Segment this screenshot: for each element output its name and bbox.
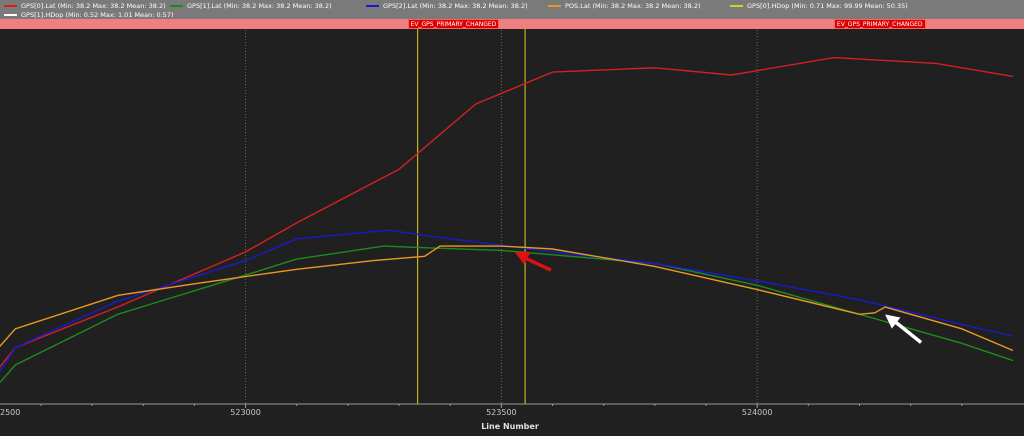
series-line xyxy=(0,245,1014,384)
x-axis: 2500 523000 523500 524000 xyxy=(0,403,1024,417)
x-axis-label: Line Number xyxy=(481,422,539,431)
chart-series xyxy=(0,56,1014,384)
x-tick-label: 524000 xyxy=(742,408,773,417)
line-chart: 2500 523000 523500 524000 Line Number xyxy=(0,29,1024,431)
chart-annotations xyxy=(514,252,923,344)
series-line xyxy=(0,229,1014,373)
x-tick-label: 2500 xyxy=(0,408,20,417)
series-line xyxy=(0,245,1014,352)
x-tick-label: 523500 xyxy=(486,408,517,417)
series-line xyxy=(0,56,1014,368)
event-markers xyxy=(417,29,526,404)
chart-grid xyxy=(245,30,758,404)
x-tick-label: 523000 xyxy=(230,408,261,417)
